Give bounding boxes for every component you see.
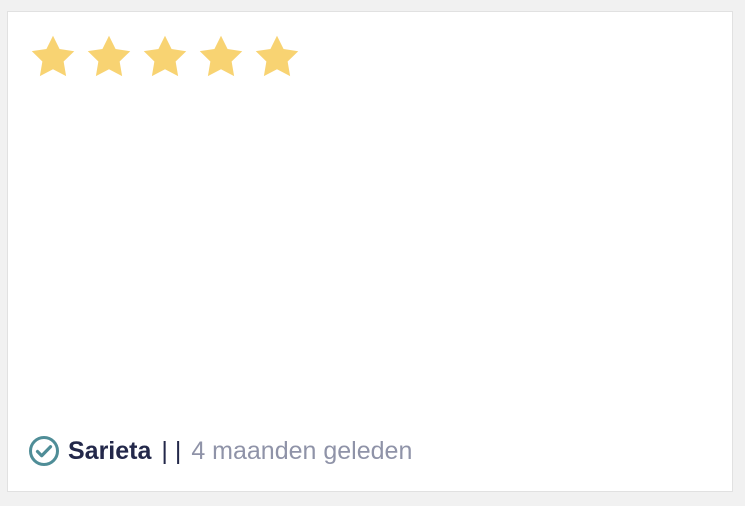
star-icon [196,32,246,82]
star-icon [84,32,134,82]
review-footer: Sarieta | | 4 maanden geleden [28,435,412,467]
review-separator: | | [161,437,182,465]
star-icon [140,32,190,82]
star-icon [28,32,78,82]
star-rating [28,32,302,82]
review-card: Sarieta | | 4 maanden geleden [7,11,733,492]
star-icon [252,32,302,82]
review-author: Sarieta [68,437,152,465]
verified-check-icon [28,435,60,467]
review-time-ago: 4 maanden geleden [191,437,413,465]
